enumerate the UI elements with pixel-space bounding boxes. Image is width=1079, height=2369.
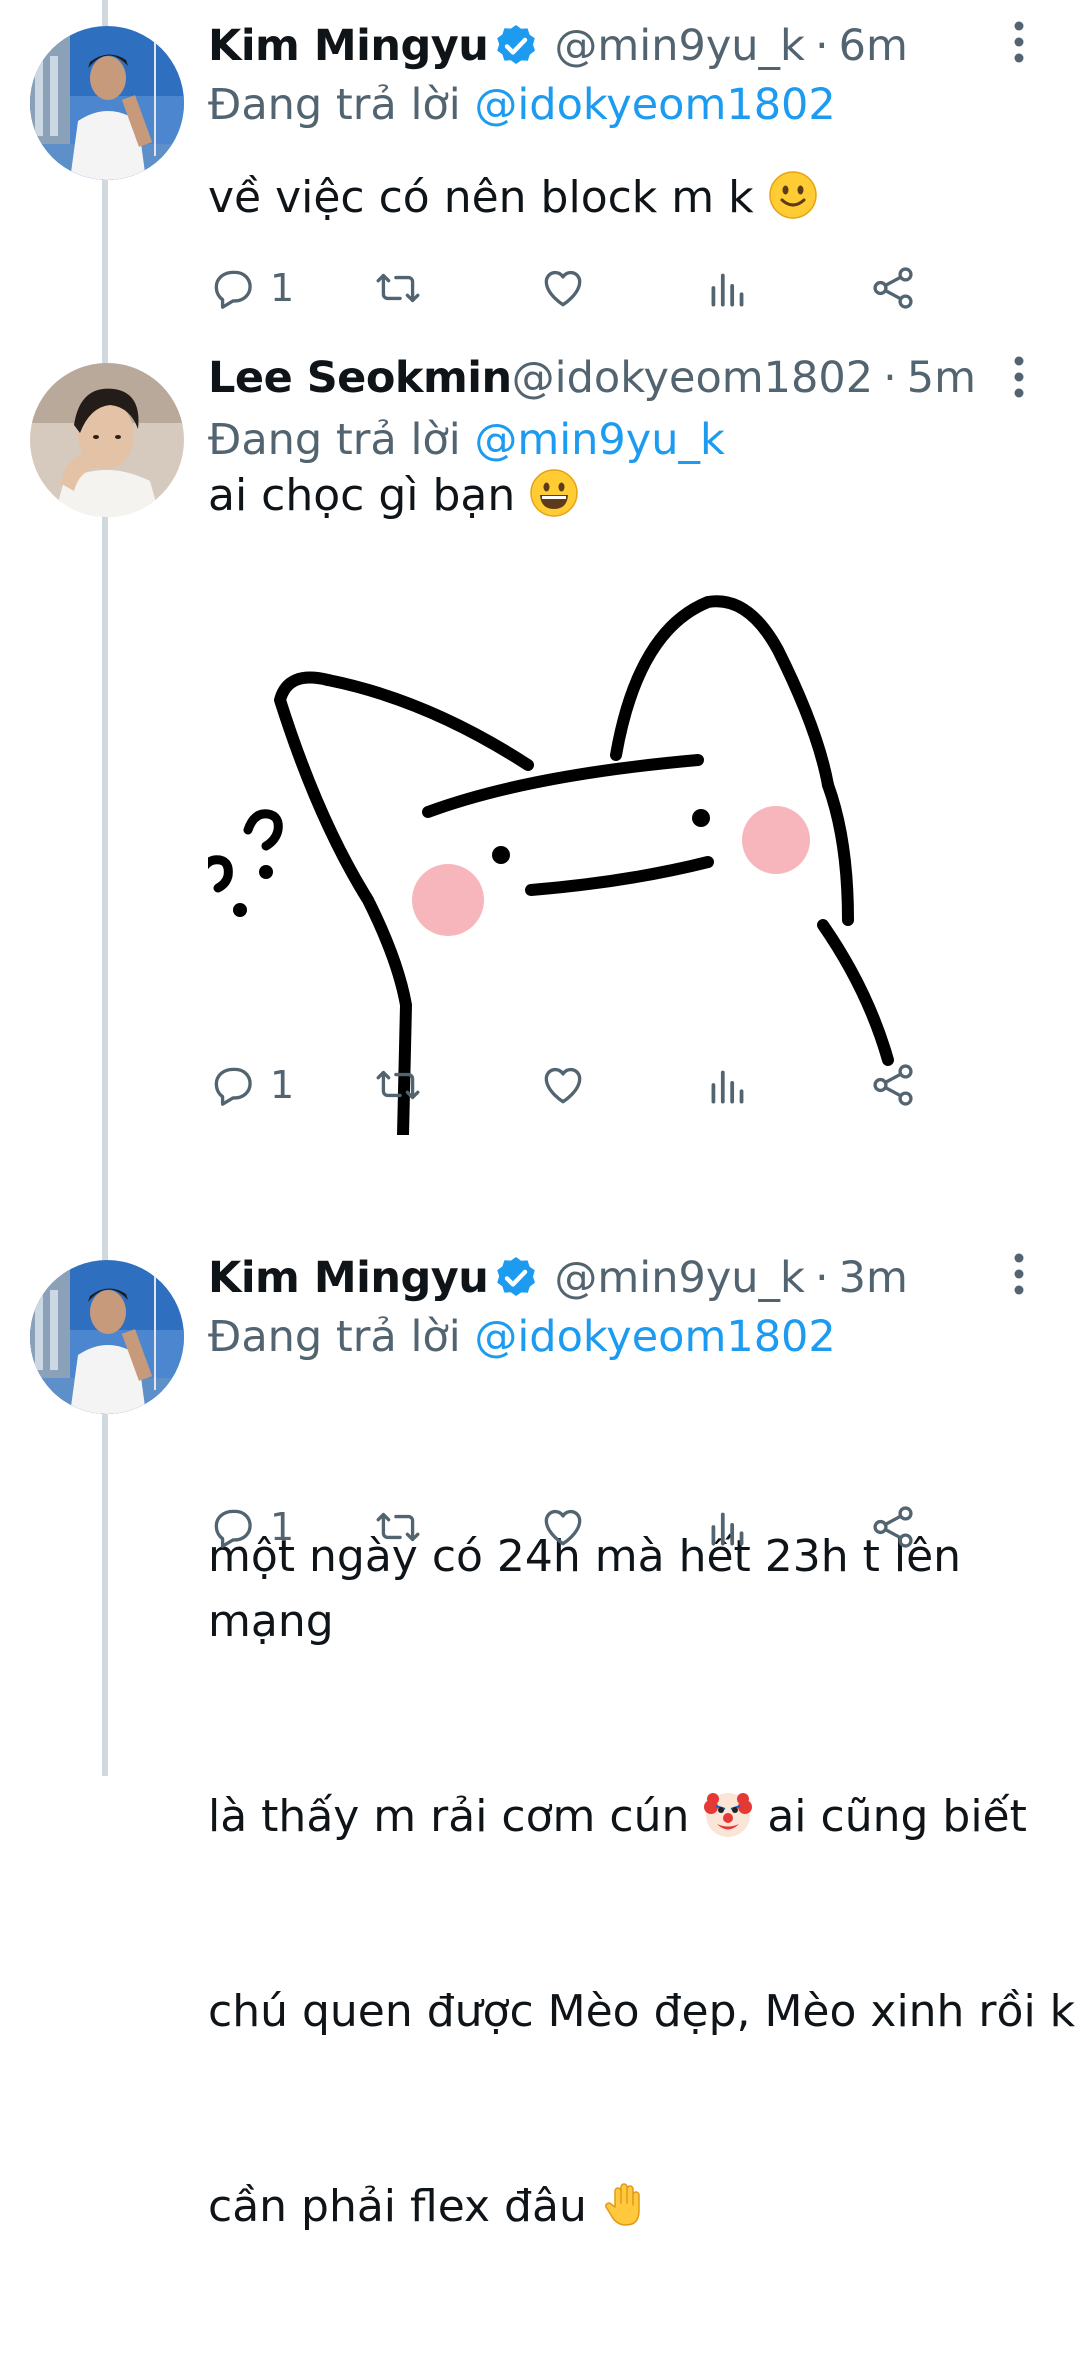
reply-mention[interactable]: @min9yu_k bbox=[474, 415, 725, 465]
like-button[interactable] bbox=[538, 1055, 588, 1115]
heart-icon bbox=[544, 1067, 582, 1104]
share-button[interactable] bbox=[868, 258, 918, 318]
heart-icon bbox=[544, 270, 582, 307]
views-button[interactable] bbox=[703, 258, 753, 318]
more-options-icon[interactable] bbox=[1009, 1252, 1029, 1296]
reply-prefix: Đang trả lời bbox=[208, 415, 461, 465]
reply-button[interactable]: 1 bbox=[208, 1497, 294, 1557]
tweet-text: về việc có nên block m k bbox=[208, 165, 818, 230]
cat-meme-sticker[interactable] bbox=[195, 590, 1028, 1141]
avatar[interactable] bbox=[30, 363, 184, 517]
handle[interactable]: @min9yu_k bbox=[554, 1256, 805, 1300]
tweet-header: Lee Seokmin @idokyeom1802 · 5m bbox=[208, 353, 976, 403]
retweet-icon bbox=[376, 1070, 420, 1100]
avatar[interactable] bbox=[30, 26, 184, 180]
tweet-text-content: về việc có nên block m k bbox=[208, 172, 754, 223]
retweet-button[interactable] bbox=[373, 258, 423, 318]
display-name[interactable]: Kim Mingyu bbox=[208, 24, 489, 68]
cat-sticker-image bbox=[195, 595, 894, 1141]
share-icon bbox=[873, 1064, 913, 1106]
reply-button[interactable]: 1 bbox=[208, 1055, 294, 1115]
tweet-text-content: ai chọc gì bạn bbox=[208, 470, 516, 521]
verified-badge-icon bbox=[497, 1257, 536, 1296]
clown-face-icon bbox=[704, 1793, 753, 1837]
handle[interactable]: @min9yu_k bbox=[554, 24, 805, 68]
tweet-text-line: là thấy m rải cơm cún ai cũng biết bbox=[208, 1784, 1079, 1849]
reply-count: 1 bbox=[270, 266, 295, 310]
retweet-icon bbox=[376, 273, 420, 303]
like-button[interactable] bbox=[538, 258, 588, 318]
more-options-icon[interactable] bbox=[1009, 355, 1029, 399]
grinning-face-icon bbox=[530, 469, 579, 517]
retweet-button[interactable] bbox=[373, 1055, 423, 1115]
analytics-icon bbox=[711, 1070, 744, 1104]
replying-to: Đang trả lời @idokyeom1802 bbox=[208, 80, 836, 130]
action-bar: 1 bbox=[208, 258, 1039, 318]
timestamp[interactable]: 5m bbox=[907, 357, 976, 400]
tweet-text-line: chú quen được Mèo đẹp, Mèo xinh rồi k bbox=[208, 1986, 1076, 2037]
raised-hand-icon bbox=[604, 2183, 640, 2226]
tweet-text-line: cần phải flex đâu bbox=[208, 2174, 1079, 2239]
reply-button[interactable]: 1 bbox=[208, 258, 294, 318]
display-name[interactable]: Lee Seokmin bbox=[208, 357, 512, 400]
reply-mention[interactable]: @idokyeom1802 bbox=[474, 80, 835, 130]
tweet-text-segment: là thấy m rải cơm cún bbox=[208, 1791, 690, 1842]
tweet-header: Kim Mingyu @min9yu_k · 6m bbox=[208, 22, 959, 70]
timestamp[interactable]: 6m bbox=[839, 24, 908, 68]
action-bar: 1 bbox=[208, 1497, 1039, 1557]
heart-icon bbox=[544, 1509, 582, 1546]
separator-dot: · bbox=[814, 1252, 829, 1303]
reply-prefix: Đang trả lời bbox=[208, 80, 461, 130]
tweet-header: Kim Mingyu @min9yu_k · 3m bbox=[208, 1254, 959, 1302]
tweet-1[interactable]: Kim Mingyu @min9yu_k · 6m Đang trả lời @… bbox=[0, 0, 1079, 330]
reply-prefix: Đang trả lời bbox=[208, 1312, 461, 1362]
share-icon bbox=[873, 267, 913, 309]
views-button[interactable] bbox=[703, 1497, 753, 1557]
reply-mention[interactable]: @idokyeom1802 bbox=[474, 1312, 835, 1362]
handle[interactable]: @idokyeom1802 bbox=[512, 357, 873, 400]
retweet-button[interactable] bbox=[373, 1497, 423, 1557]
reply-icon bbox=[214, 270, 252, 309]
more-options-icon[interactable] bbox=[1009, 20, 1029, 64]
share-icon bbox=[873, 1506, 913, 1548]
tweet-3[interactable]: Kim Mingyu @min9yu_k · 3m Đang trả lời @… bbox=[0, 1232, 1079, 2232]
timestamp[interactable]: 3m bbox=[839, 1256, 908, 1300]
reply-icon bbox=[214, 1509, 252, 1548]
replying-to: Đang trả lời @min9yu_k bbox=[208, 415, 725, 465]
tweet-text: ai chọc gì bạn bbox=[208, 463, 579, 528]
reply-count: 1 bbox=[270, 1063, 295, 1107]
action-bar: 1 bbox=[208, 1055, 1039, 1115]
separator-dot: · bbox=[814, 20, 829, 71]
verified-badge-icon bbox=[497, 25, 536, 64]
analytics-icon bbox=[711, 1512, 744, 1546]
separator-dot: · bbox=[883, 353, 897, 403]
tweet-2[interactable]: Lee Seokmin @idokyeom1802 · 5m Đang trả … bbox=[0, 335, 1079, 1235]
retweet-icon bbox=[376, 1512, 420, 1542]
like-button[interactable] bbox=[538, 1497, 588, 1557]
share-button[interactable] bbox=[868, 1497, 918, 1557]
tweet-text-segment: ai cũng biết bbox=[767, 1791, 1027, 1842]
replying-to: Đang trả lời @idokyeom1802 bbox=[208, 1312, 836, 1362]
display-name[interactable]: Kim Mingyu bbox=[208, 1256, 489, 1300]
tweet-text-segment: cần phải flex đâu bbox=[208, 2181, 587, 2232]
share-button[interactable] bbox=[868, 1055, 918, 1115]
views-button[interactable] bbox=[703, 1055, 753, 1115]
reply-icon bbox=[214, 1067, 252, 1106]
reply-count: 1 bbox=[270, 1505, 295, 1549]
analytics-icon bbox=[711, 273, 744, 307]
avatar[interactable] bbox=[30, 1260, 184, 1414]
slightly-smiling-face-icon bbox=[768, 171, 817, 219]
